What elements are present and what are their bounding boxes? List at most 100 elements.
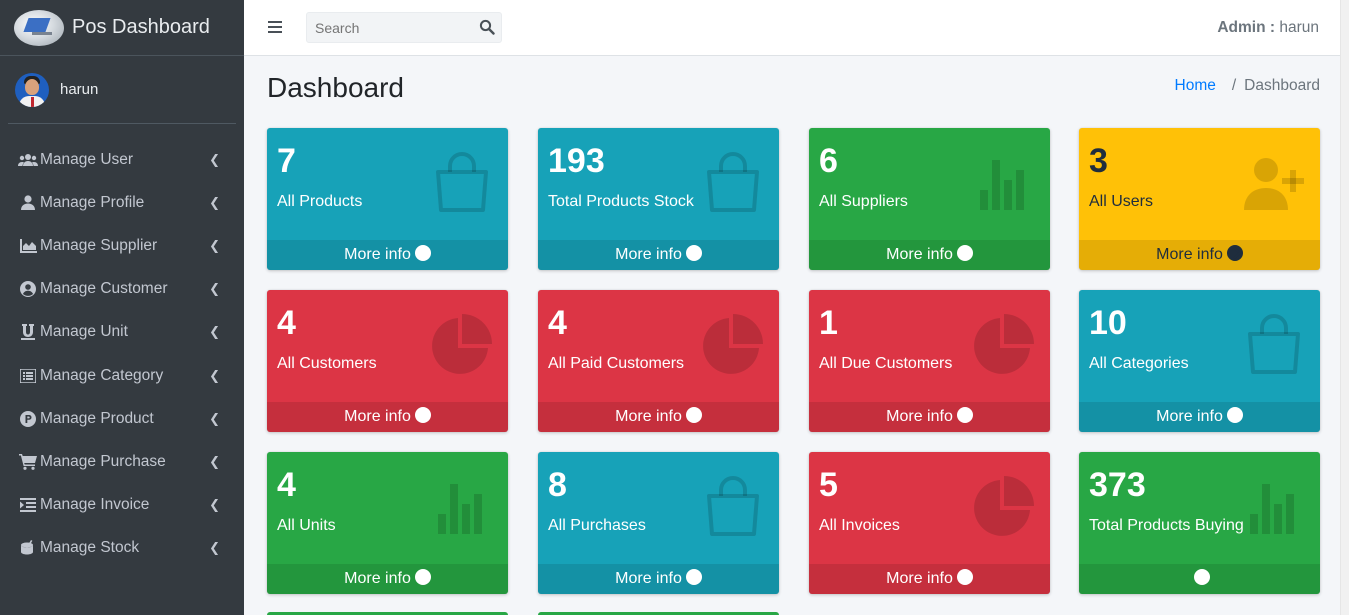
breadcrumb-separator: / [1231,77,1237,94]
pie-chart-icon [430,312,494,376]
sidebar-item-manage-customer[interactable]: Manage Customer ❮ [0,268,244,311]
user-panel[interactable]: harun [8,56,236,124]
admin-user-info: Admin : harun [1217,19,1319,37]
product-hunt-icon [18,410,38,427]
shopping-bag-icon [1242,312,1306,376]
arrow-circle-right-icon [685,407,702,423]
admin-name: harun [1279,19,1319,36]
sidebar-item-manage-profile[interactable]: Manage Profile ❮ [0,181,244,224]
shopping-bag-icon [701,150,765,214]
small-box-value: 4 [277,304,296,342]
sidebar-item-manage-category[interactable]: Manage Category ❮ [0,354,244,397]
brand-link[interactable]: Pos Dashboard [0,0,244,56]
search-input[interactable] [307,13,467,42]
small-box-label: All Users [1089,193,1154,210]
small-box: 10 All Categories More info [1079,290,1320,432]
underline-icon [18,324,38,341]
search-form [306,12,502,43]
small-box: 1 All Due Customers More info [809,290,1050,432]
sidebar-item-manage-stock[interactable]: Manage Stock ❮ [0,527,244,570]
small-box: 193 Total Products Stock More info [538,128,779,270]
users-icon [18,153,38,167]
sidebar-item-manage-supplier[interactable]: Manage Supplier ❮ [0,224,244,267]
brand-logo-icon [14,9,64,46]
more-info-link[interactable]: More info [267,240,508,270]
top-navbar: Admin : harun [244,0,1340,56]
chevron-left-icon: ❮ [209,194,220,210]
search-icon[interactable] [479,19,495,35]
sidebar-item-label: Manage User [40,150,134,168]
arrow-circle-right-icon [956,245,973,261]
bar-chart-icon [972,150,1036,214]
sidebar-item-label: Manage Stock [40,539,140,557]
small-box-label: All Paid Customers [548,355,685,372]
more-info-link[interactable]: More info [538,564,779,594]
more-info-link[interactable]: More info [809,564,1050,594]
sidebar-item-manage-invoice[interactable]: Manage Invoice ❮ [0,484,244,527]
more-info-label: More info [886,408,953,425]
small-box-value: 10 [1089,304,1127,342]
pie-chart-icon [701,312,765,376]
pie-chart-icon [972,312,1036,376]
more-info-link[interactable]: More info [809,402,1050,432]
more-info-label: More info [886,570,953,587]
more-info-link[interactable]: More info [1079,402,1320,432]
arrow-circle-right-icon [1193,569,1210,585]
more-info-link[interactable] [1079,564,1320,594]
page-scrollbar[interactable] [1340,0,1349,615]
small-box: 4 All Units More info [267,452,508,594]
small-box: 5 All Invoices More info [809,452,1050,594]
sidebar-item-manage-unit[interactable]: Manage Unit ❮ [0,311,244,354]
more-info-link[interactable]: More info [538,402,779,432]
small-box-label: All Due Customers [819,355,953,372]
more-info-link[interactable]: More info [267,402,508,432]
menu-toggle-icon[interactable] [268,21,282,34]
breadcrumb: Home / Dashboard [1175,77,1321,95]
small-box-value: 8 [548,466,567,504]
chevron-left-icon: ❮ [209,367,220,383]
sidebar-item-label: Manage Customer [40,280,168,298]
arrow-circle-right-icon [414,569,431,585]
breadcrumb-current: Dashboard [1244,77,1320,94]
more-info-link[interactable]: More info [267,564,508,594]
pie-chart-icon [972,474,1036,538]
shopping-bag-icon [430,150,494,214]
small-box-label: All Purchases [548,517,646,534]
chevron-left-icon: ❮ [209,151,220,167]
more-info-link[interactable]: More info [809,240,1050,270]
arrow-circle-right-icon [414,407,431,423]
page-title: Dashboard [267,72,404,103]
chevron-left-icon: ❮ [209,453,220,469]
small-box: 8 All Purchases More info [538,452,779,594]
sidebar-item-manage-purchase[interactable]: Manage Purchase ❮ [0,440,244,483]
drum-icon [18,540,38,556]
user-plus-icon [1242,150,1306,214]
chevron-left-icon: ❮ [209,410,220,426]
sidebar-item-manage-user[interactable]: Manage User ❮ [0,138,244,181]
sidebar-item-label: Manage Profile [40,193,145,211]
more-info-link[interactable]: More info [1079,240,1320,270]
small-box: 7 All Products More info [267,128,508,270]
arrow-circle-right-icon [1226,245,1243,261]
small-box-label: All Invoices [819,517,900,534]
arrow-circle-right-icon [685,569,702,585]
sidebar-item-manage-product[interactable]: Manage Product ❮ [0,397,244,440]
small-box-label: Total Products Stock [548,193,694,210]
small-box-value: 4 [548,304,567,342]
cart-icon [18,453,38,470]
sidebar-menu: Manage User ❮ Manage Profile ❮ Manage Su… [0,124,244,570]
small-box-label: All Products [277,193,363,210]
small-box-value: 3 [1089,142,1108,180]
sidebar-item-label: Manage Supplier [40,236,158,254]
chevron-left-icon: ❮ [209,324,220,340]
small-box-value: 193 [548,142,605,180]
breadcrumb-home-link[interactable]: Home [1175,77,1216,94]
user-name[interactable]: harun [60,81,98,98]
more-info-link[interactable]: More info [538,240,779,270]
small-box-value: 373 [1089,466,1146,504]
small-box-label: All Units [277,517,336,534]
bar-chart-icon [1242,474,1306,538]
more-info-label: More info [615,408,682,425]
arrow-circle-right-icon [1226,407,1243,423]
arrow-circle-right-icon [414,245,431,261]
